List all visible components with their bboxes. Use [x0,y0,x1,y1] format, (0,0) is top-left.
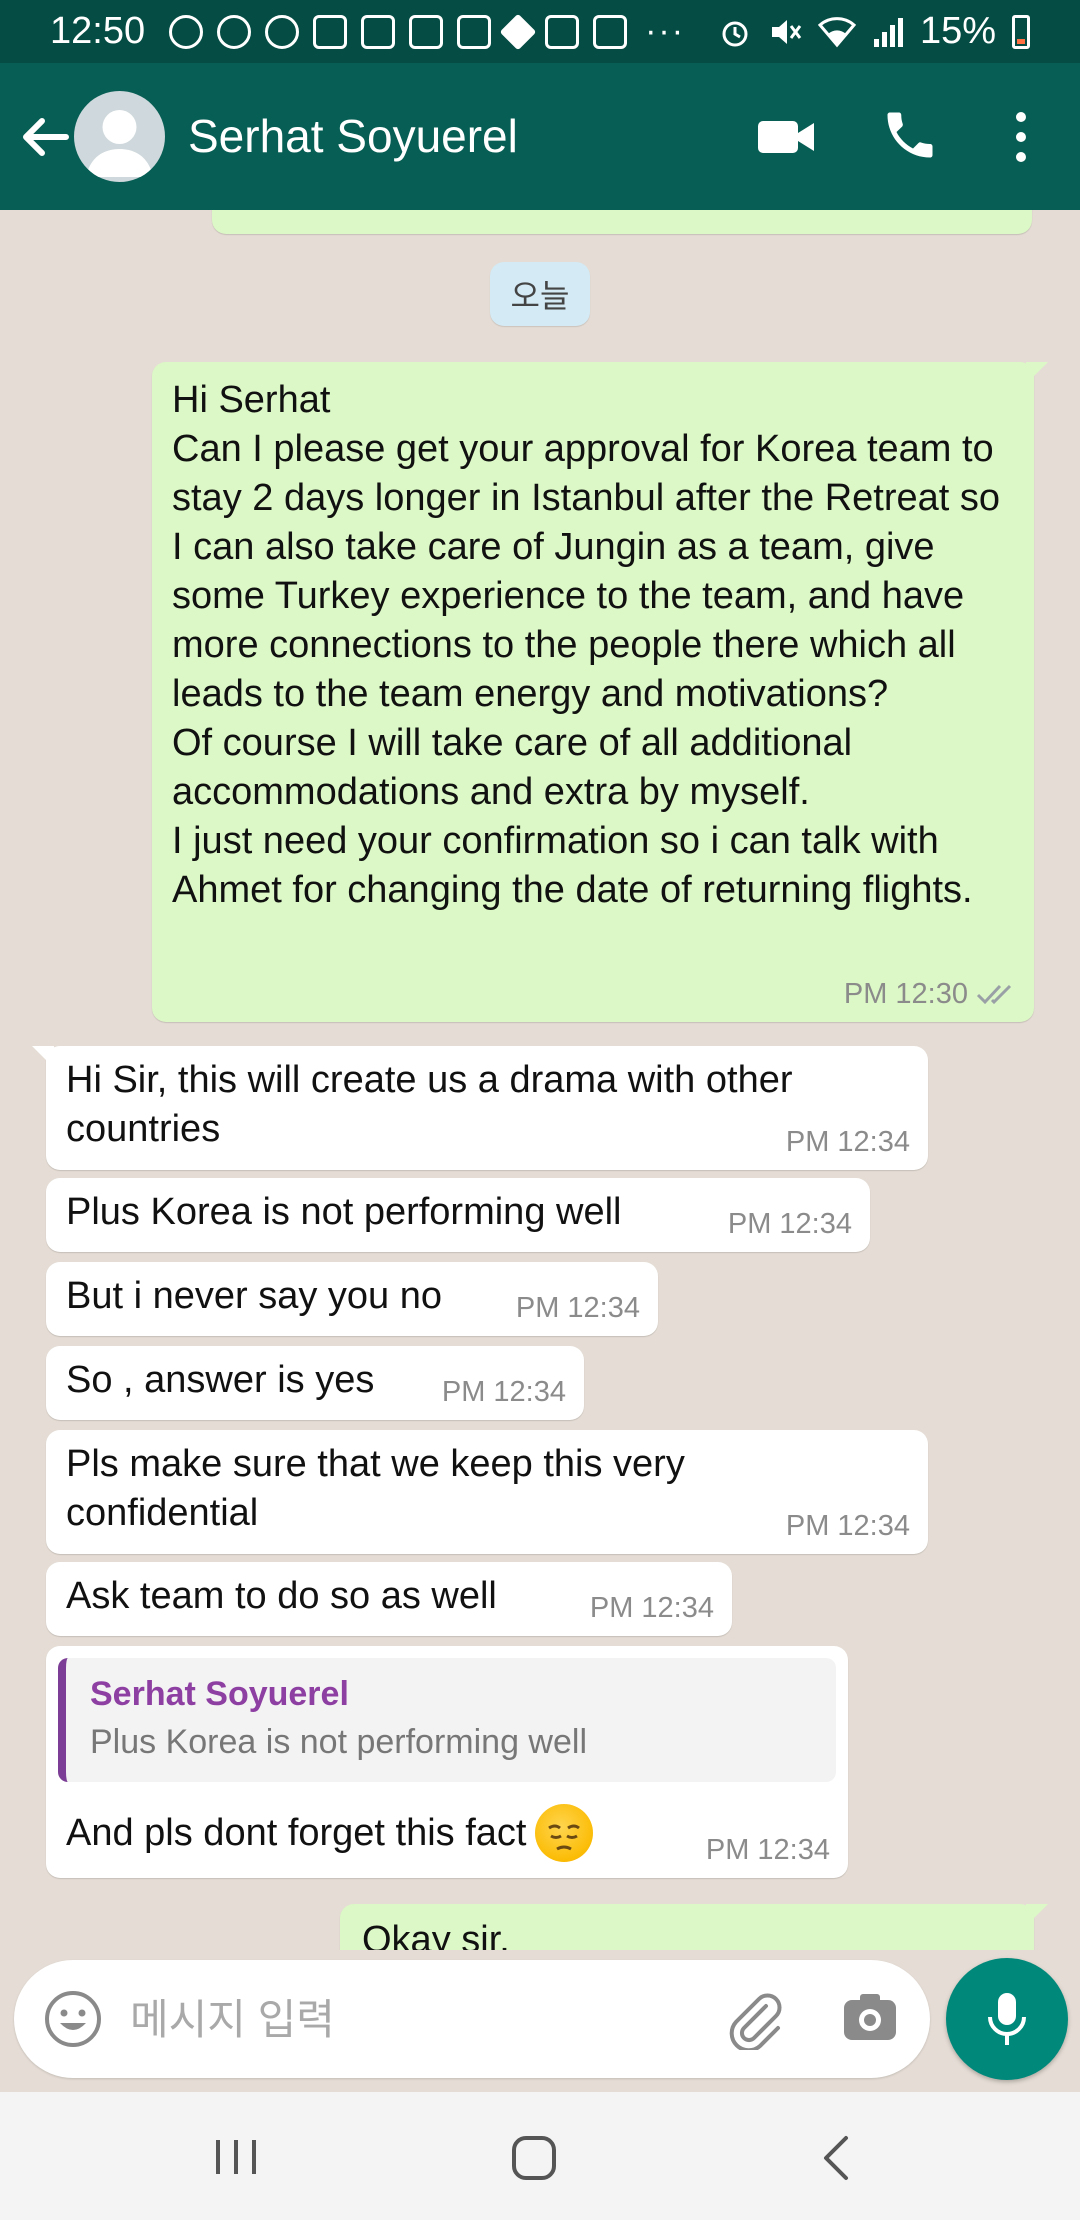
message-meta: PM 12:34 [590,1592,714,1624]
bubble-tail [1026,362,1048,384]
message-input[interactable] [128,1988,692,2052]
message-bubble-incoming[interactable]: So , answer is yes PM 12:34 [46,1346,584,1420]
chevron-left-icon [824,2136,848,2180]
gmail-icon [361,14,396,49]
reply-body: And pls dont forget this fact [66,1804,593,1862]
quoted-author: Serhat Soyuerel [90,1675,349,1713]
message-bubble-reply[interactable]: Serhat Soyuerel Plus Korea is not perfor… [46,1646,848,1878]
diamond-icon [499,13,537,50]
message-bubble-incoming[interactable]: Plus Korea is not performing well PM 12:… [46,1178,870,1252]
status-time: 12:50 [50,10,146,52]
back-arrow-icon [23,118,69,156]
gmail-icon [457,14,492,49]
message-bubble-incoming[interactable]: But i never say you no PM 12:34 [46,1262,658,1336]
battery-percent: 15% [919,10,996,52]
bubble-tail [1026,1904,1048,1926]
default-avatar-icon [86,110,153,177]
gmail-icon [313,14,348,49]
contact-avatar[interactable] [74,91,165,182]
paperclip-icon [729,1993,782,2053]
instagram-icon [545,14,580,49]
message-meta: PM 12:34 [706,1834,830,1866]
microphone-icon [988,1993,1026,2045]
message-meta: PM 12:34 [728,1208,852,1240]
wifi-icon [817,15,856,49]
message-bubble-incoming[interactable]: Pls make sure that we keep this very con… [46,1430,928,1554]
message-bubble-incoming[interactable]: Hi Sir, this will create us a drama with… [32,1046,928,1170]
message-text: And pls dont forget this fact [66,1811,527,1854]
whatsapp-icon [217,14,252,49]
home-button[interactable] [504,2128,564,2188]
alarm-icon [718,15,752,49]
vertical-dots-icon [1016,112,1026,162]
recent-apps-icon [216,2140,256,2174]
message-time: PM 12:34 [441,1376,566,1408]
message-meta: PM 12:34 [786,1510,910,1542]
bubble-tail [32,1046,54,1068]
message-time: PM 12:34 [727,1208,852,1240]
chat-header: Serhat Soyuerel [0,63,1080,210]
message-time: PM 12:34 [785,1510,910,1542]
contact-name[interactable]: Serhat Soyuerel [188,109,518,163]
signal-icon [872,15,904,49]
battery-icon [1012,14,1030,49]
message-meta: PM 12:30 [844,978,1016,1010]
phone-icon [887,112,933,158]
composer [0,1950,1080,2092]
smiley-icon [45,1991,101,2047]
attach-button[interactable] [722,1986,786,2053]
more-notifications-dots: ··· [645,12,686,50]
message-time: PM 12:34 [705,1834,830,1866]
pensive-face-emoji-icon [534,1804,593,1862]
chat-at-icon [265,14,300,49]
quoted-text: Plus Korea is not performing well [90,1723,588,1761]
gmail-icon [593,14,628,49]
camera-icon [844,1994,896,2040]
message-list[interactable]: 오늘 Hi Serhat Can I please get your appro… [0,210,1080,1950]
message-bubble-outgoing[interactable]: Okay sir. [340,1904,1048,1950]
message-text: Pls make sure that we keep this very con… [66,1443,696,1534]
more-options-button[interactable] [1006,105,1036,169]
message-text: Okay sir. [362,1919,510,1950]
message-bubble-outgoing[interactable]: Hi Serhat Can I please get your approval… [152,362,1048,1022]
system-back-button[interactable] [812,2128,862,2188]
message-time: PM 12:34 [785,1126,910,1158]
status-indicators: 15% [718,10,1030,53]
quoted-message[interactable]: Serhat Soyuerel Plus Korea is not perfor… [58,1658,836,1782]
message-text: Hi Sir, this will create us a drama with… [66,1059,804,1150]
message-input-container[interactable] [14,1960,930,2078]
circle-app-icon [169,14,204,49]
system-navigation-bar [0,2092,1080,2220]
message-time: PM 12:34 [589,1592,714,1624]
message-bubble-incoming[interactable]: Ask team to do so as well PM 12:34 [46,1562,732,1636]
message-meta: PM 12:34 [786,1126,910,1158]
voice-message-button[interactable] [946,1958,1068,2080]
double-check-icon [976,984,1012,1005]
emoji-button[interactable] [42,1988,104,2050]
home-icon [512,2136,556,2180]
status-bar: 12:50 ··· 15% [0,0,1080,63]
notification-icons [169,13,628,50]
message-meta: PM 12:34 [516,1292,640,1324]
recent-apps-button[interactable] [206,2132,266,2182]
video-call-button[interactable] [754,107,818,167]
message-time: PM 12:30 [843,978,968,1010]
back-button[interactable] [16,107,76,167]
jira-icon [409,14,444,49]
message-time: PM 12:34 [515,1292,640,1324]
message-bubble-previous[interactable] [212,210,1032,234]
date-divider: 오늘 [490,262,590,326]
message-meta: PM 12:34 [442,1376,566,1408]
camera-button[interactable] [840,1988,900,2048]
message-text: Hi Serhat Can I please get your approval… [172,379,1001,911]
voice-call-button[interactable] [880,105,940,165]
mute-icon [768,15,802,49]
video-camera-icon [758,121,814,153]
